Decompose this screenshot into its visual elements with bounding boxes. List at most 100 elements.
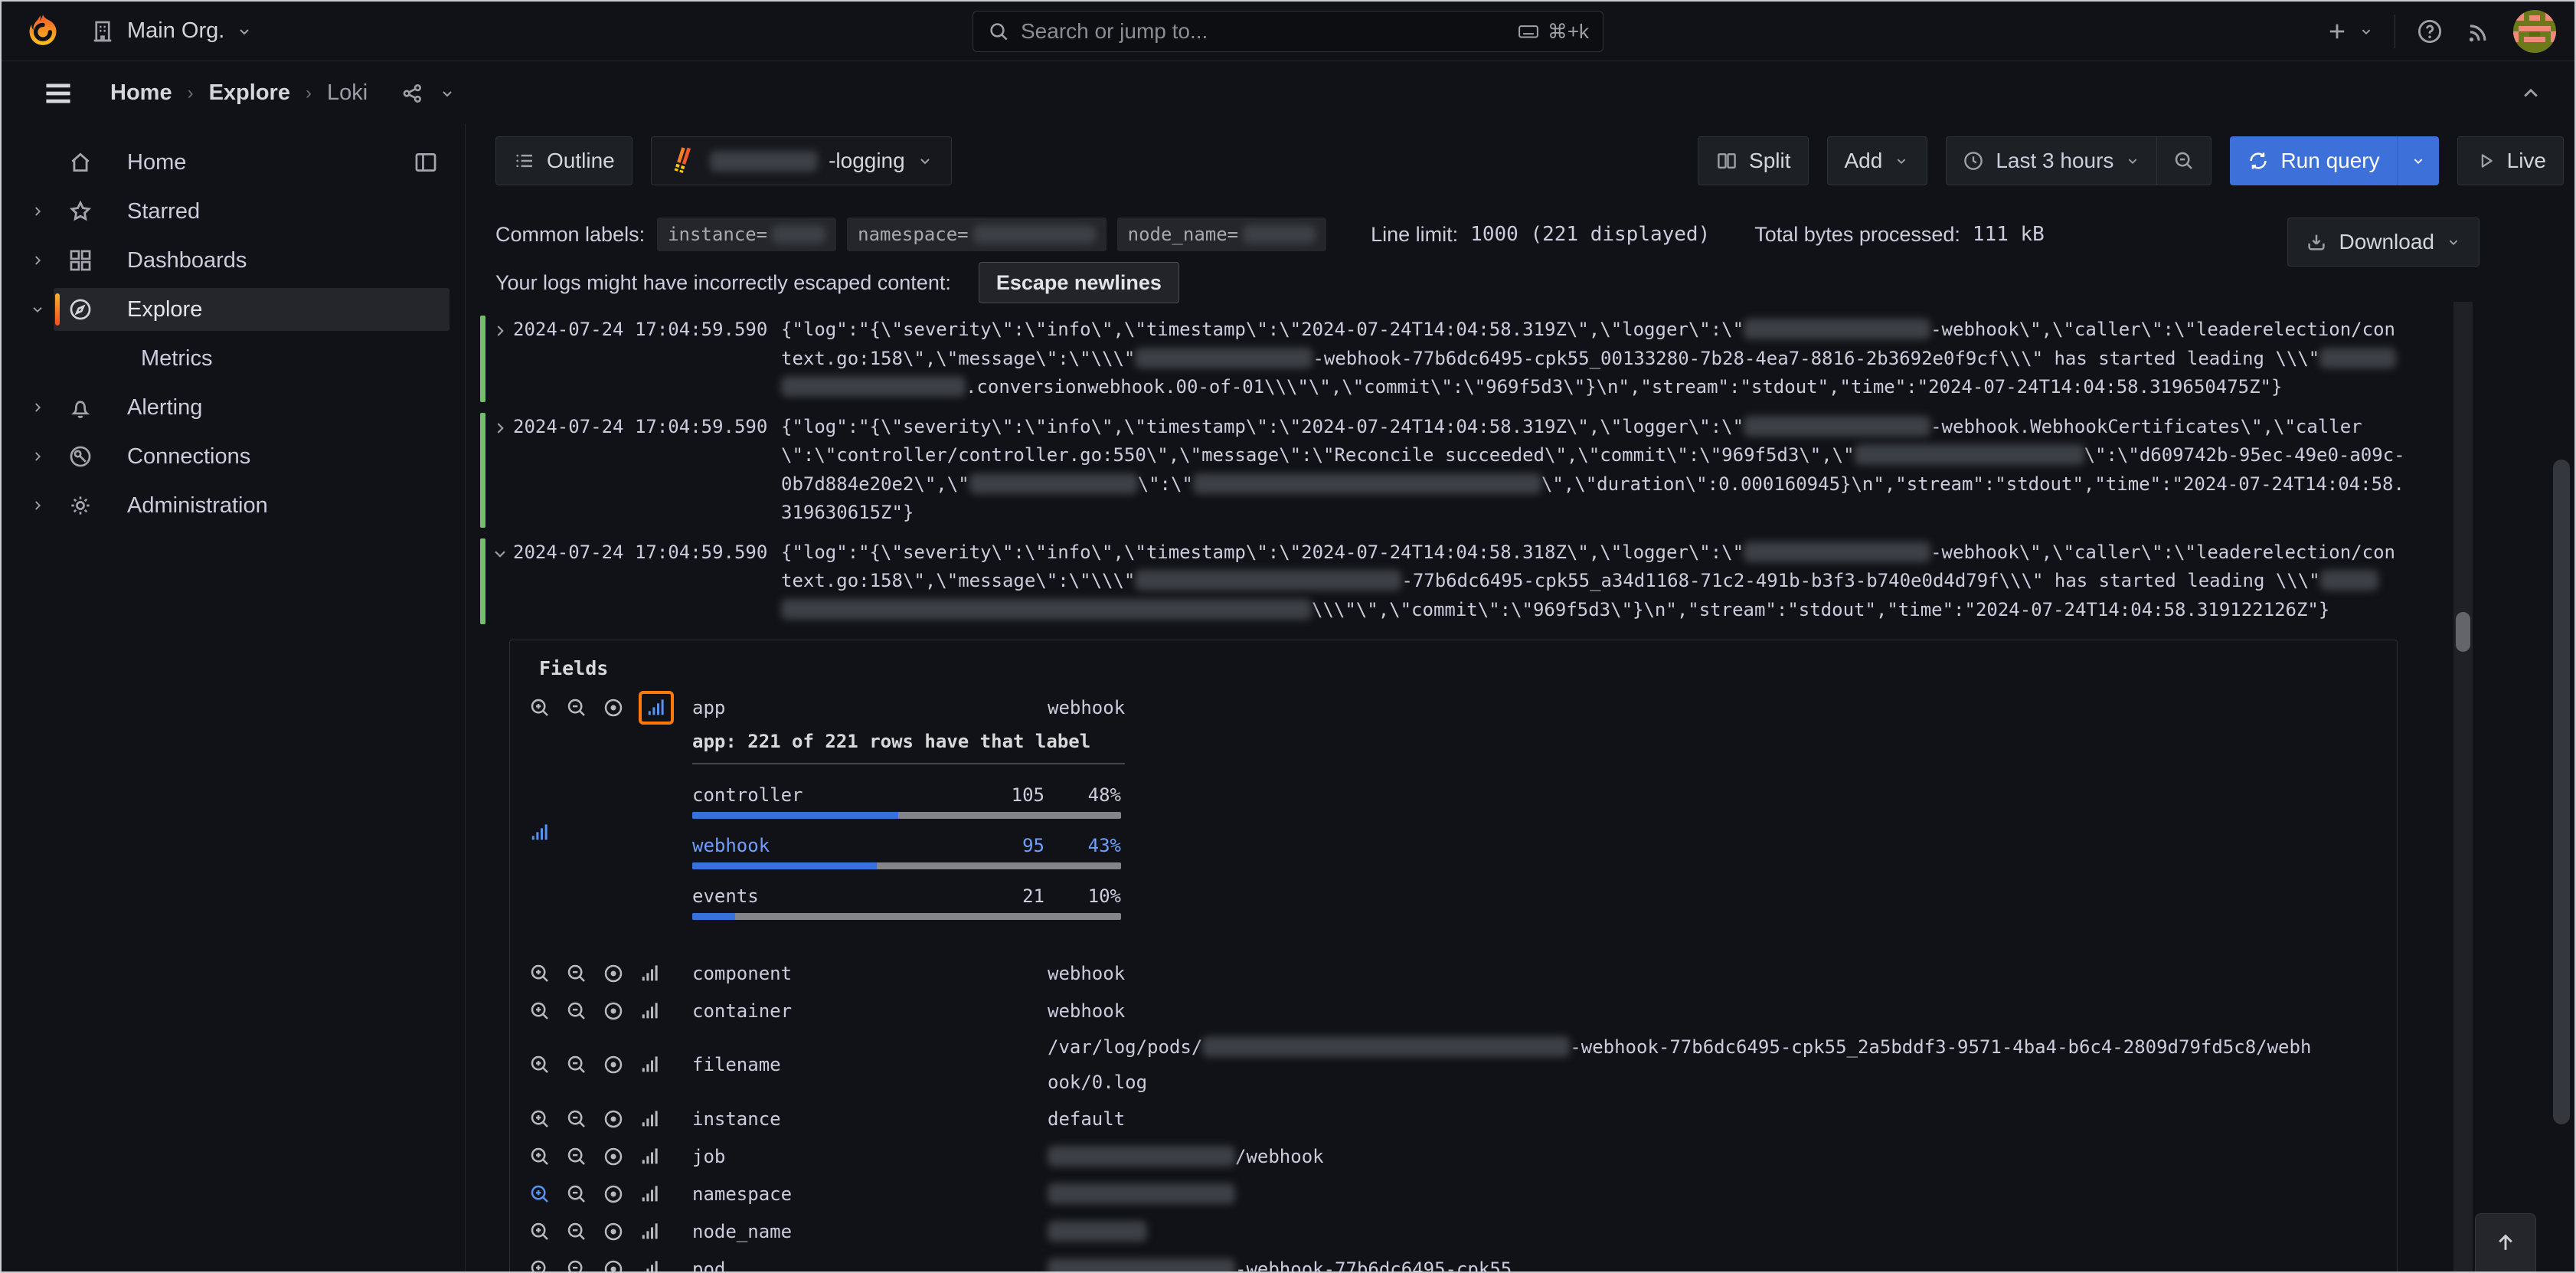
- zoom-out-icon[interactable]: [565, 962, 588, 985]
- chevron-down-icon[interactable]: [490, 538, 513, 625]
- time-range-button[interactable]: Last 3 hours: [1947, 137, 2156, 185]
- bar-chart-icon[interactable]: [639, 1220, 662, 1243]
- bar-chart-icon[interactable]: [639, 1258, 662, 1272]
- zoom-in-icon[interactable]: [528, 962, 551, 985]
- eye-icon[interactable]: [602, 1108, 625, 1131]
- org-switcher[interactable]: Main Org.: [89, 18, 253, 45]
- zoom-out-icon[interactable]: [565, 1000, 588, 1023]
- bar-chart-icon[interactable]: [639, 962, 662, 985]
- zoom-in-icon[interactable]: [528, 1145, 551, 1168]
- pane-scrollbar-thumb[interactable]: [2456, 612, 2470, 652]
- help-icon[interactable]: [2415, 17, 2444, 46]
- sidebar-item-alerting[interactable]: Alerting: [11, 386, 449, 429]
- fields-panel: Fields appwebhook app: 221 of 221 rows h…: [509, 640, 2398, 1271]
- user-avatar[interactable]: [2513, 10, 2556, 53]
- log-row[interactable]: 2024-07-24 17:04:59.590{"log":"{\"severi…: [480, 413, 2444, 528]
- eye-icon[interactable]: [602, 1183, 625, 1206]
- escape-newlines-button[interactable]: Escape newlines: [979, 262, 1179, 303]
- log-text: webhook: [1048, 963, 1125, 984]
- zoom-out-time-button[interactable]: [2156, 137, 2211, 185]
- log-row[interactable]: 2024-07-24 17:04:59.590{"log":"{\"severi…: [480, 538, 2444, 625]
- live-button[interactable]: Live: [2457, 136, 2564, 185]
- grafana-logo-icon[interactable]: [23, 11, 63, 51]
- zoom-out-icon[interactable]: [565, 1220, 588, 1243]
- zoom-in-icon[interactable]: [528, 1258, 551, 1272]
- bar-chart-icon[interactable]: [528, 821, 692, 844]
- window-scrollbar-thumb[interactable]: [2553, 460, 2570, 1124]
- news-rss-icon[interactable]: [2464, 17, 2493, 46]
- zoom-out-icon[interactable]: [565, 696, 588, 719]
- log-text: /var/log/pods/: [1048, 1036, 1202, 1058]
- sidebar-item-explore[interactable]: Explore: [11, 288, 449, 331]
- field-stat-row[interactable]: events2110%: [692, 885, 1121, 920]
- sidebar-item-connections[interactable]: Connections: [11, 435, 449, 478]
- chevron-right-icon[interactable]: [11, 203, 54, 220]
- pane-scrollbar-track[interactable]: [2453, 302, 2473, 1271]
- field-stat-row[interactable]: controller10548%: [692, 784, 1121, 819]
- zoom-out-icon[interactable]: [565, 1053, 588, 1076]
- add-button[interactable]: Add: [1827, 136, 1928, 185]
- eye-icon[interactable]: [602, 1258, 625, 1272]
- log-text: -webhook-77b6dc6495-cpk55_00133280-7b28-…: [1313, 348, 2319, 369]
- menu-icon[interactable]: [41, 77, 75, 110]
- bar-chart-icon[interactable]: [639, 1183, 662, 1206]
- split-button[interactable]: Split: [1698, 136, 1808, 185]
- zoom-out-icon[interactable]: [565, 1108, 588, 1131]
- eye-icon[interactable]: [602, 696, 625, 719]
- chevron-right-icon[interactable]: [490, 413, 513, 528]
- bar-chart-icon[interactable]: [639, 1053, 662, 1076]
- datasource-picker[interactable]: -logging: [651, 136, 952, 185]
- bar-chart-icon[interactable]: [645, 696, 668, 719]
- eye-icon[interactable]: [602, 1145, 625, 1168]
- chevron-down-icon[interactable]: [11, 301, 54, 318]
- bar-chart-icon[interactable]: [639, 1000, 662, 1023]
- collapse-pane-chevron-up-icon[interactable]: [2518, 80, 2544, 106]
- field-stat-row[interactable]: webhook9543%: [692, 835, 1121, 869]
- stat-line: events2110%: [692, 885, 1121, 907]
- download-button[interactable]: Download: [2287, 218, 2480, 267]
- chevron-right-icon[interactable]: [11, 399, 54, 416]
- sidebar-item-metrics[interactable]: Metrics: [11, 337, 449, 380]
- log-row[interactable]: 2024-07-24 17:04:59.590{"log":"{\"severi…: [480, 316, 2444, 402]
- chevron-right-icon[interactable]: [11, 252, 54, 269]
- bar-chart-icon[interactable]: [639, 1108, 662, 1131]
- zoom-in-icon[interactable]: [528, 1053, 551, 1076]
- zoom-in-icon[interactable]: [528, 1183, 551, 1206]
- breadcrumb-item-explore[interactable]: Explore: [209, 80, 290, 106]
- share-icon[interactable]: [400, 80, 426, 106]
- eye-icon[interactable]: [602, 1220, 625, 1243]
- scroll-to-top-button[interactable]: [2475, 1213, 2536, 1273]
- active-stats-toggle[interactable]: [639, 691, 674, 725]
- eye-icon[interactable]: [602, 962, 625, 985]
- eye-icon[interactable]: [602, 1053, 625, 1076]
- outline-button[interactable]: Outline: [495, 136, 633, 185]
- sidebar-item-starred[interactable]: Starred: [11, 190, 449, 233]
- run-query-dropdown[interactable]: [2397, 136, 2439, 185]
- breadcrumb-item-home[interactable]: Home: [110, 80, 172, 106]
- sidebar-item-home[interactable]: Home: [11, 141, 449, 184]
- add-new-button[interactable]: [2324, 18, 2375, 44]
- zoom-out-icon[interactable]: [565, 1145, 588, 1168]
- stat-bar-fill: [692, 862, 877, 869]
- zoom-in-icon[interactable]: [528, 1000, 551, 1023]
- search-box[interactable]: ⌘+k: [973, 11, 1603, 52]
- zoom-out-icon[interactable]: [565, 1183, 588, 1206]
- chevron-right-icon[interactable]: [490, 316, 513, 402]
- chevron-right-icon[interactable]: [11, 448, 54, 465]
- eye-icon[interactable]: [602, 1000, 625, 1023]
- bar-chart-icon[interactable]: [639, 1145, 662, 1168]
- zoom-in-icon[interactable]: [528, 696, 551, 719]
- sidebar-item-administration[interactable]: Administration: [11, 484, 449, 527]
- zoom-out-icon[interactable]: [565, 1258, 588, 1272]
- sidebar-item-dashboards[interactable]: Dashboards: [11, 239, 449, 282]
- dock-sidebar-icon[interactable]: [413, 149, 439, 175]
- log-timestamp: 2024-07-24 17:04:59.590: [513, 316, 781, 402]
- field-actions: [528, 962, 692, 985]
- chevron-down-icon[interactable]: [438, 84, 456, 103]
- zoom-in-icon[interactable]: [528, 1108, 551, 1131]
- chevron-right-icon[interactable]: [11, 497, 54, 514]
- field-value-line: webhook: [1048, 690, 2375, 725]
- run-query-button[interactable]: Run query: [2230, 136, 2438, 185]
- zoom-in-icon[interactable]: [528, 1220, 551, 1243]
- search-input[interactable]: [1021, 19, 1506, 44]
